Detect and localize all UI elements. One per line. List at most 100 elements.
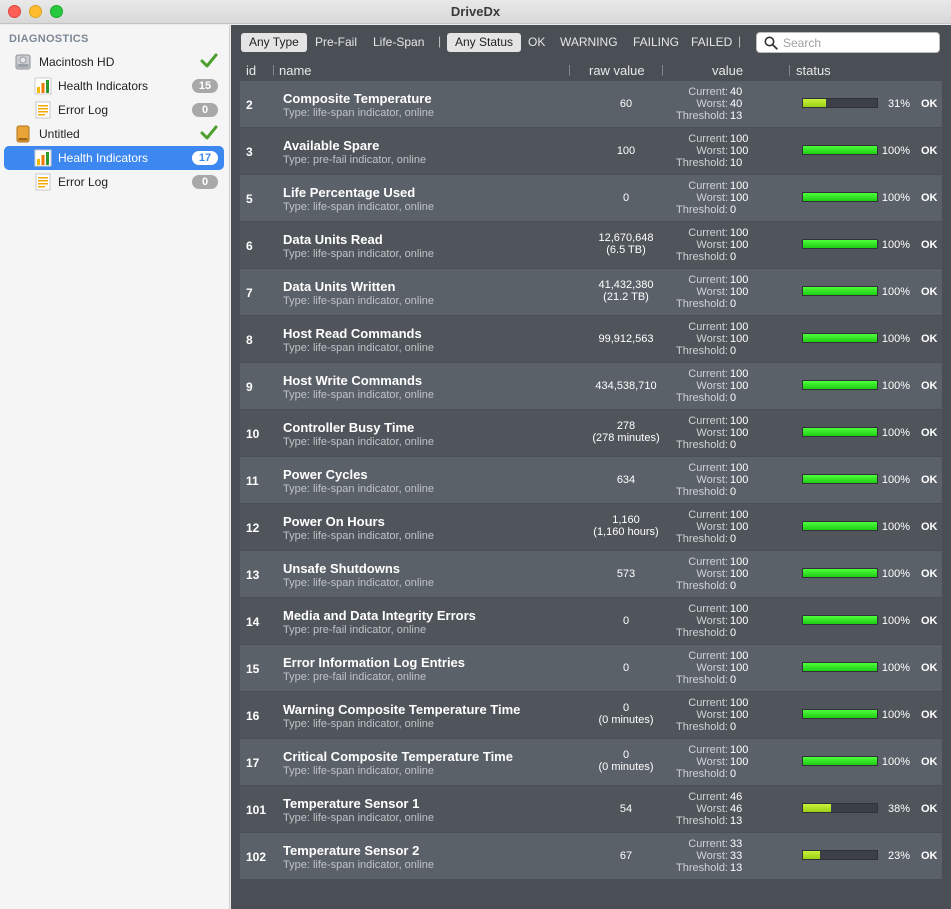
table-row[interactable]: 8 Host Read Commands Type: life-span indic… xyxy=(240,316,942,362)
current-label: Current: xyxy=(688,180,728,192)
worst-value: 100 xyxy=(730,286,749,298)
filter-warning[interactable]: WARNING xyxy=(552,33,626,52)
current-value: 100 xyxy=(730,603,749,615)
health-progress-fill xyxy=(803,475,877,483)
threshold-value: 13 xyxy=(730,110,743,122)
health-progress-bar xyxy=(802,521,878,531)
table-row[interactable]: 15 Error Information Log Entries Type: pre… xyxy=(240,645,942,691)
search-box[interactable] xyxy=(756,32,940,53)
sidebar-item-label: Health Indicators xyxy=(58,79,149,93)
current-value: 100 xyxy=(730,274,749,286)
threshold-value: 0 xyxy=(730,486,737,498)
indicator-type: Type: life-span indicator, online xyxy=(283,295,435,307)
health-progress-fill xyxy=(803,146,877,154)
table-row[interactable]: 11 Power Cycles Type: life-span indicator,… xyxy=(240,457,942,503)
health-percent: 100% xyxy=(881,380,910,392)
sidebar-item-health-indicators[interactable]: Health Indicators 17 xyxy=(4,146,224,170)
column-header-status[interactable]: status xyxy=(796,63,831,78)
health-percent: 100% xyxy=(881,427,910,439)
sidebar-item-health-indicators[interactable]: Health Indicators 15 xyxy=(4,74,224,98)
sidebar-item-label: Error Log xyxy=(58,175,109,189)
column-header-value[interactable]: value xyxy=(712,63,743,78)
column-header-id[interactable]: id xyxy=(246,63,256,78)
table-row[interactable]: 3 Available Spare Type: pre-fail indicator… xyxy=(240,128,942,174)
indicator-type: Type: life-span indicator, online xyxy=(283,201,435,213)
threshold-label: Threshold: xyxy=(676,580,728,592)
table-row[interactable]: 9 Host Write Commands Type: life-span indi… xyxy=(240,363,942,409)
table-row[interactable]: 5 Life Percentage Used Type: life-span ind… xyxy=(240,175,942,221)
table-row[interactable]: 16 Warning Composite Temperature Time Type… xyxy=(240,692,942,738)
table-row[interactable]: 13 Unsafe Shutdowns Type: life-span indica… xyxy=(240,551,942,597)
indicator-name: Media and Data Integrity Errors xyxy=(283,608,476,623)
sidebar-item-error-log[interactable]: Error Log 0 xyxy=(4,170,224,194)
table-row[interactable]: 102 Temperature Sensor 2 Type: life-span i… xyxy=(240,833,942,879)
table-row[interactable]: 14 Media and Data Integrity Errors Type: p… xyxy=(240,598,942,644)
status-label: OK xyxy=(921,380,938,392)
indicator-name: Unsafe Shutdowns xyxy=(283,561,401,576)
worst-value: 100 xyxy=(730,239,749,251)
filter-failing[interactable]: FAILING xyxy=(625,33,687,52)
threshold-value: 13 xyxy=(730,815,743,827)
health-percent: 100% xyxy=(881,192,910,204)
worst-label: Worst: xyxy=(696,333,728,345)
filter-separator: | xyxy=(738,34,742,48)
value-block: Current: 40 Worst: 40 Threshold: 13 xyxy=(660,86,760,122)
worst-value: 100 xyxy=(730,756,749,768)
health-progress-bar xyxy=(802,756,878,766)
table-header: id | name | raw value | value | status xyxy=(240,61,942,81)
filter-any-type[interactable]: Any Type xyxy=(241,33,307,52)
table-row[interactable]: 17 Critical Composite Temperature Time Typ… xyxy=(240,739,942,785)
filter-any-status[interactable]: Any Status xyxy=(447,33,522,52)
indicator-id: 16 xyxy=(246,709,260,723)
health-percent: 100% xyxy=(881,662,910,674)
threshold-label: Threshold: xyxy=(676,251,728,263)
check-icon xyxy=(200,53,218,68)
current-value: 100 xyxy=(730,415,749,427)
indicator-type: Type: pre-fail indicator, online xyxy=(283,671,427,683)
status-label: OK xyxy=(921,615,938,627)
health-percent: 100% xyxy=(881,709,910,721)
window-title: DriveDx xyxy=(450,4,501,19)
table-row[interactable]: 2 Composite Temperature Type: life-span in… xyxy=(240,81,942,127)
search-input[interactable] xyxy=(783,35,933,51)
sidebar-drive-untitled[interactable]: Untitled xyxy=(4,122,224,146)
status-label: OK xyxy=(921,239,938,251)
sidebar-drive-label: Untitled xyxy=(39,127,80,141)
sidebar-item-error-log[interactable]: Error Log 0 xyxy=(4,98,224,122)
column-header-raw-value[interactable]: raw value xyxy=(589,63,645,78)
indicator-name: Composite Temperature xyxy=(283,91,432,106)
status-label: OK xyxy=(921,427,938,439)
table-row[interactable]: 7 Data Units Written Type: life-span indic… xyxy=(240,269,942,315)
worst-label: Worst: xyxy=(696,662,728,674)
indicator-name: Host Read Commands xyxy=(283,326,422,341)
indicator-name: Power On Hours xyxy=(283,514,385,529)
worst-label: Worst: xyxy=(696,427,728,439)
worst-value: 100 xyxy=(730,474,749,486)
table-row[interactable]: 10 Controller Busy Time Type: life-span in… xyxy=(240,410,942,456)
sidebar-drive-macintosh-hd[interactable]: Macintosh HD xyxy=(4,50,224,74)
current-label: Current: xyxy=(688,86,728,98)
table-row[interactable]: 12 Power On Hours Type: life-span indicato… xyxy=(240,504,942,550)
worst-label: Worst: xyxy=(696,98,728,110)
threshold-label: Threshold: xyxy=(676,298,728,310)
filter-ok[interactable]: OK xyxy=(520,33,553,52)
threshold-value: 0 xyxy=(730,251,737,263)
indicator-type: Type: life-span indicator, online xyxy=(283,389,435,401)
column-header-name[interactable]: name xyxy=(279,63,312,78)
filter-pre-fail[interactable]: Pre-Fail xyxy=(307,33,365,52)
indicator-id: 13 xyxy=(246,568,260,582)
status-label: OK xyxy=(921,145,938,157)
current-label: Current: xyxy=(688,274,728,286)
count-badge: 15 xyxy=(192,79,218,93)
table-row[interactable]: 101 Temperature Sensor 1 Type: life-span i… xyxy=(240,786,942,832)
table-row[interactable]: 6 Data Units Read Type: life-span indicato… xyxy=(240,222,942,268)
filter-life-span[interactable]: Life-Span xyxy=(365,33,432,52)
check-icon xyxy=(200,125,218,140)
indicator-id: 9 xyxy=(246,380,253,394)
filter-failed[interactable]: FAILED xyxy=(683,33,740,52)
health-percent: 100% xyxy=(881,239,910,251)
indicator-name: Controller Busy Time xyxy=(283,420,415,435)
indicator-type: Type: life-span indicator, online xyxy=(283,483,435,495)
current-value: 100 xyxy=(730,556,749,568)
current-value: 100 xyxy=(730,368,749,380)
